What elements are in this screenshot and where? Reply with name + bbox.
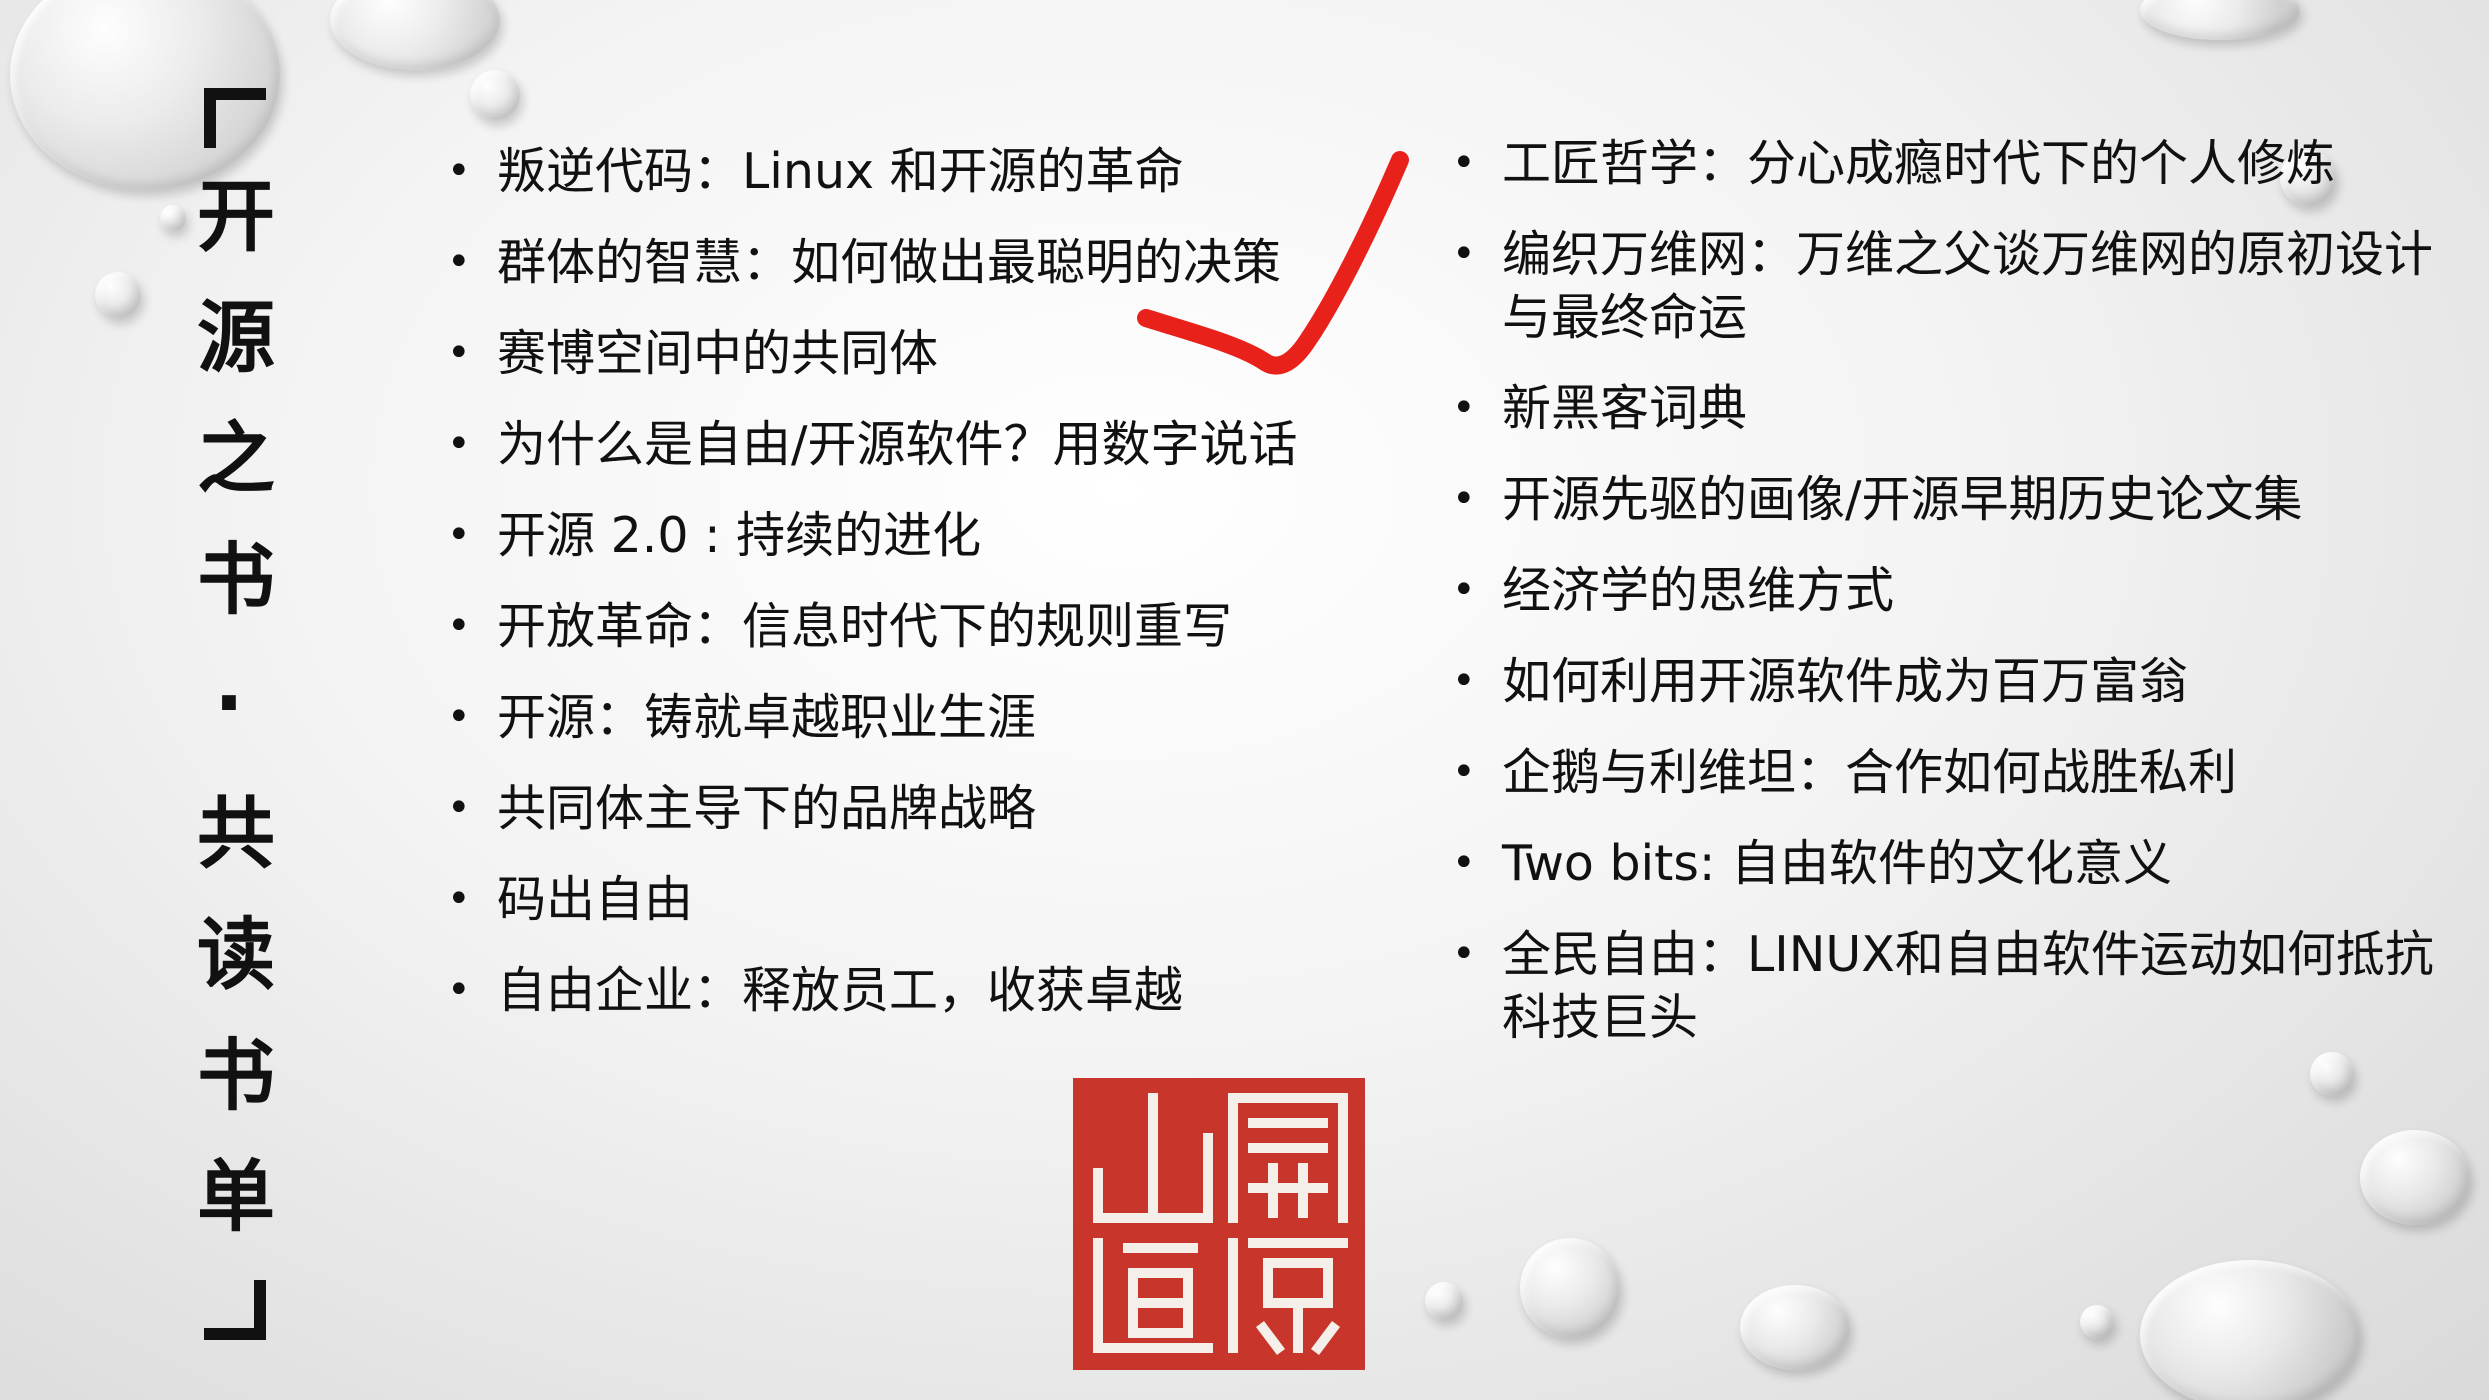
list-item: 经济学的思维方式 xyxy=(1452,559,2462,622)
title-text: 开源之书·共读书单 xyxy=(184,174,274,1276)
slide-title: 开源之书·共读书单 xyxy=(184,60,290,1350)
book-list-right: 工匠哲学：分心成瘾时代下的个人修炼 编织万维网：万维之父谈万维网的原初设计与最终… xyxy=(1452,132,2462,1077)
title-bracket-open xyxy=(204,88,266,148)
water-drop-decoration xyxy=(330,0,500,70)
list-item: 新黑客词典 xyxy=(1452,377,2462,440)
list-item: 开源 2.0 : 持续的进化 xyxy=(447,504,1347,567)
list-item: 开源：铸就卓越职业生涯 xyxy=(447,686,1347,749)
water-drop-decoration xyxy=(2140,1260,2360,1400)
water-drop-decoration xyxy=(2360,1130,2470,1225)
water-drop-decoration xyxy=(1425,1282,1463,1320)
slide-background: 开源之书·共读书单 叛逆代码：Linux 和开源的革命 群体的智慧：如何做出最聪… xyxy=(0,0,2489,1400)
list-item: 码出自由 xyxy=(447,868,1347,931)
water-drop-decoration xyxy=(2140,0,2300,40)
water-drop-decoration xyxy=(1520,1238,1620,1338)
red-checkmark-icon xyxy=(1137,151,1409,375)
list-item: 编织万维网：万维之父谈万维网的原初设计与最终命运 xyxy=(1452,223,2462,349)
list-item: 开源先驱的画像/开源早期历史论文集 xyxy=(1452,468,2462,531)
list-item: 全民自由：LINUX和自由软件运动如何抵抗科技巨头 xyxy=(1452,923,2462,1049)
list-item: 如何利用开源软件成为百万富翁 xyxy=(1452,650,2462,713)
water-drop-decoration xyxy=(2080,1305,2114,1339)
title-bracket-close xyxy=(204,1280,266,1340)
water-drop-decoration xyxy=(470,70,520,120)
list-item: Two bits: 自由软件的文化意义 xyxy=(1452,832,2462,895)
water-drop-decoration xyxy=(1740,1285,1850,1370)
list-item: 为什么是自由/开源软件？用数字说话 xyxy=(447,413,1347,476)
list-item: 企鹅与利维坦：合作如何战胜私利 xyxy=(1452,741,2462,804)
list-item: 自由企业：释放员工，收获卓越 xyxy=(447,959,1347,1022)
seal-stamp-icon xyxy=(1073,1078,1365,1370)
list-item: 共同体主导下的品牌战略 xyxy=(447,777,1347,840)
list-item: 工匠哲学：分心成瘾时代下的个人修炼 xyxy=(1452,132,2462,195)
water-drop-decoration xyxy=(95,272,141,318)
list-item: 开放革命：信息时代下的规则重写 xyxy=(447,595,1347,658)
